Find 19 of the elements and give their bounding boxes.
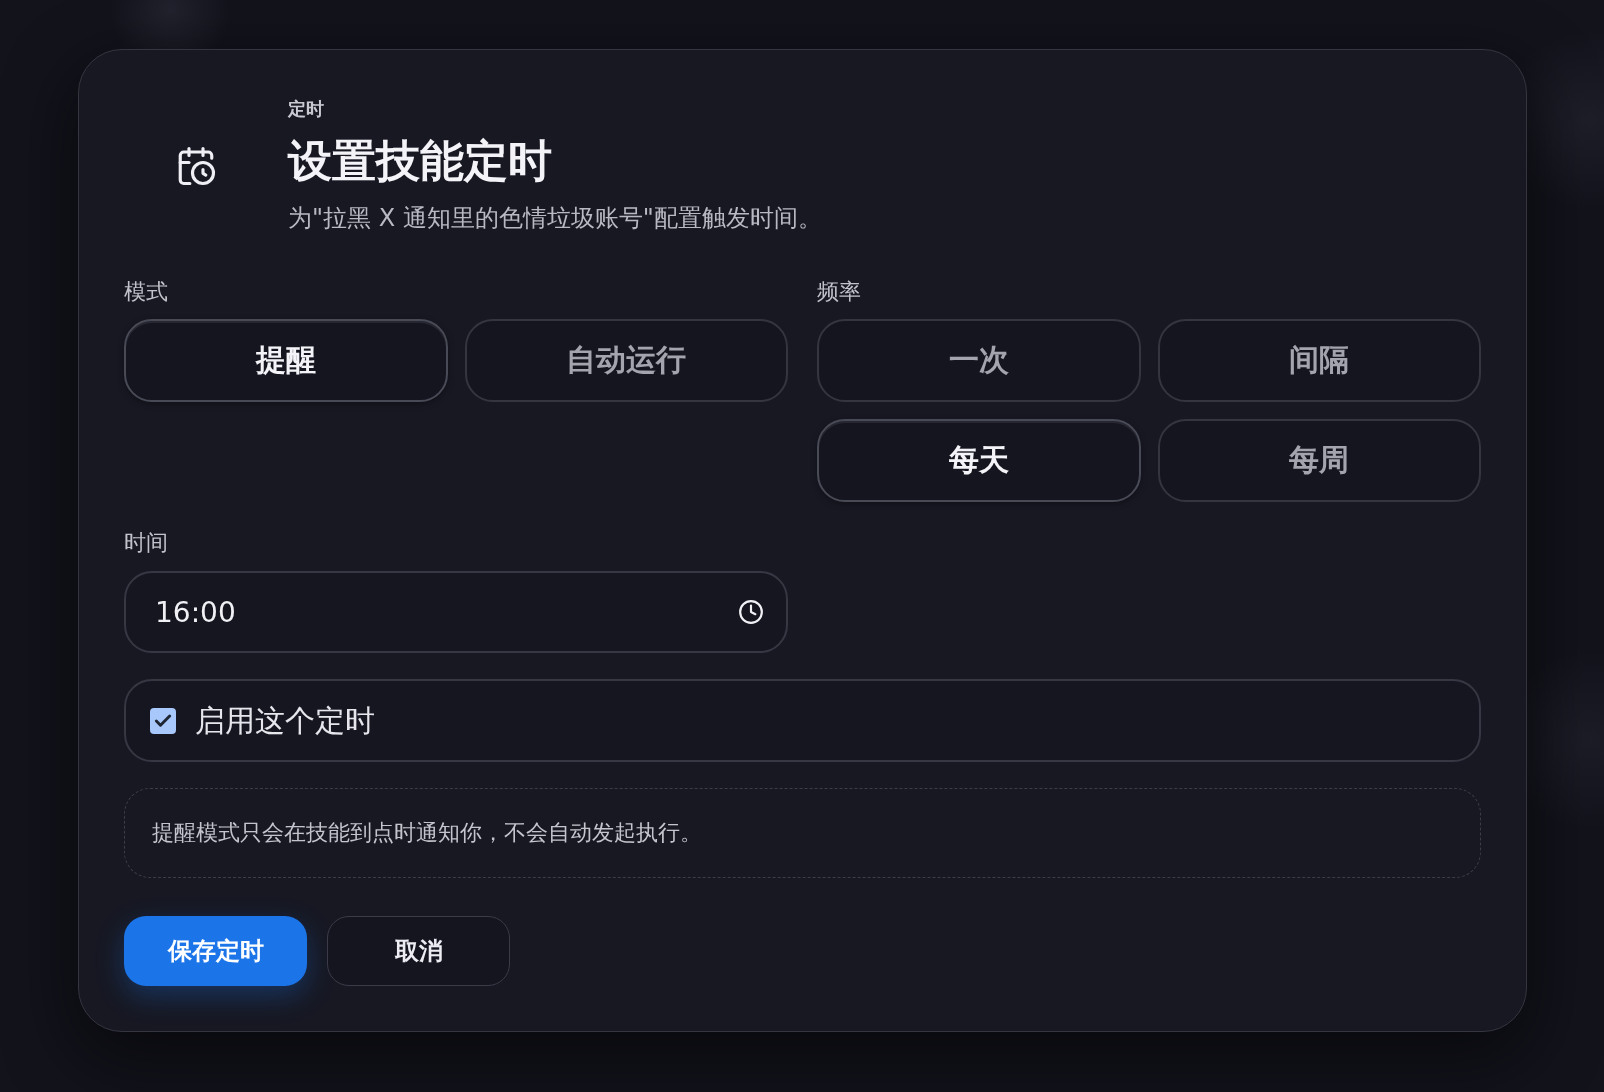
hint-text: 提醒模式只会在技能到点时通知你，不会自动发起执行。 bbox=[124, 788, 1481, 878]
cancel-button[interactable]: 取消 bbox=[327, 916, 510, 986]
field-label: 频率 bbox=[817, 278, 861, 306]
time-input-field[interactable]: 16:00 bbox=[124, 571, 788, 653]
save-button[interactable]: 保存定时 bbox=[124, 916, 307, 986]
checkbox-label: 启用这个定时 bbox=[195, 701, 375, 740]
frequency-option[interactable]: 一次 bbox=[817, 319, 1141, 402]
checkbox[interactable] bbox=[150, 707, 176, 734]
clock-icon[interactable] bbox=[738, 599, 764, 625]
frequency-option[interactable]: 间隔 bbox=[1157, 319, 1481, 402]
mode-option[interactable]: 提醒 bbox=[124, 319, 448, 402]
mode-option[interactable]: 自动运行 bbox=[464, 319, 788, 402]
dialog-description: 为"拉黑 X 通知里的色情垃圾账号"配置触发时间。 bbox=[288, 203, 822, 234]
frequency-option[interactable]: 每周 bbox=[1157, 419, 1481, 502]
field-label: 时间 bbox=[124, 529, 168, 557]
dialog-title: 设置技能定时 bbox=[288, 134, 552, 188]
dialog-eyebrow: 定时 bbox=[288, 97, 324, 121]
frequency-option[interactable]: 每天 bbox=[817, 419, 1141, 502]
field-label: 模式 bbox=[124, 278, 168, 306]
